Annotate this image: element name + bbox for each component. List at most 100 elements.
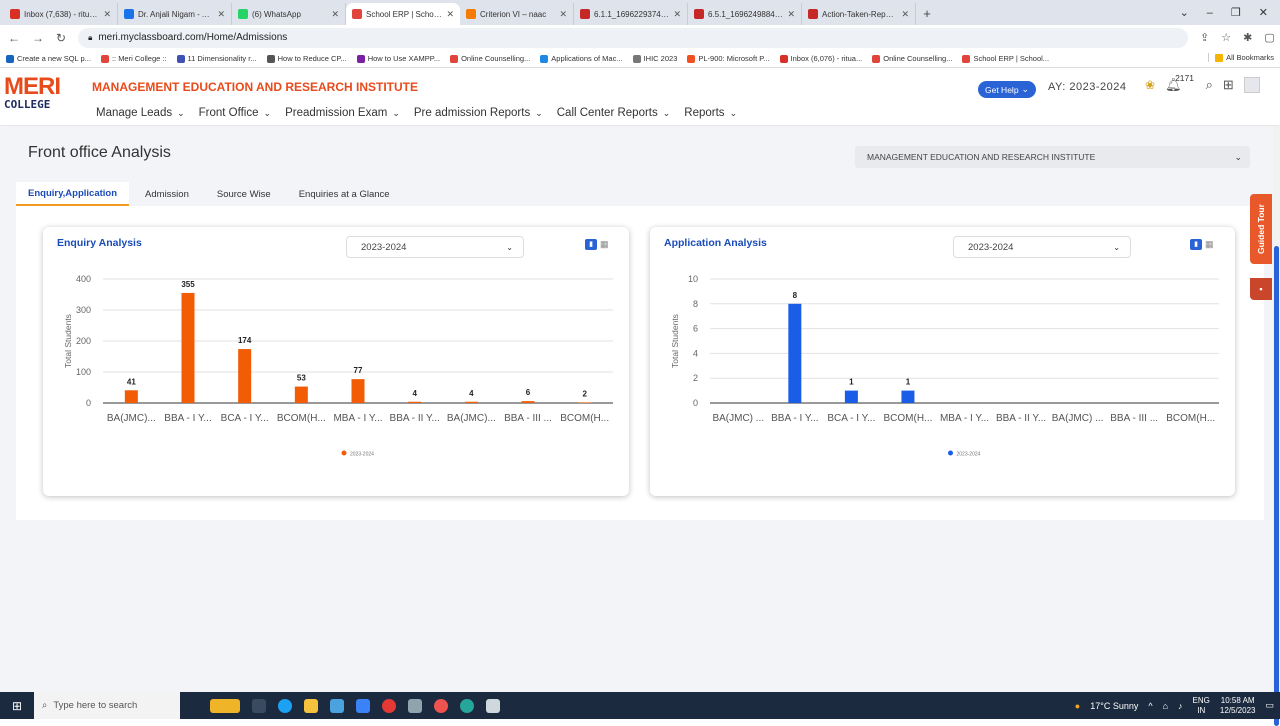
tab-search-icon[interactable]: ⌄ [1180, 6, 1189, 19]
legend-label[interactable]: 2023-2024 [957, 452, 981, 458]
bar[interactable] [521, 401, 535, 403]
tab-close-icon[interactable]: ✕ [217, 9, 225, 20]
restore-icon[interactable]: ❐ [1231, 6, 1241, 19]
bar[interactable] [464, 401, 478, 403]
get-help-button[interactable]: Get Help ⌄ [978, 81, 1037, 98]
legend-label[interactable]: 2023-2024 [350, 452, 374, 458]
all-bookmarks[interactable]: All Bookmarks [1208, 53, 1274, 62]
bookmark-item[interactable]: 11 Dimensionality r... [176, 54, 257, 63]
star-icon[interactable]: ☆ [1221, 31, 1231, 44]
nav-menu-item[interactable]: Preadmission Exam ⌄ [285, 107, 400, 119]
chrome-profile-icon[interactable] [460, 698, 474, 713]
browser-tab[interactable]: Dr. Anjali Nigam - Admin ✕ [118, 3, 232, 25]
nav-menu-item[interactable]: Call Center Reports ⌄ [557, 107, 671, 119]
bar[interactable] [238, 349, 252, 403]
analysis-tab[interactable]: Enquiry,Application [16, 182, 130, 206]
table-view-icon[interactable]: ▦ [1205, 239, 1214, 250]
bookmark-item[interactable]: How to Use XAMPP... [356, 54, 440, 63]
paint-icon[interactable] [408, 698, 422, 713]
news-widget-icon[interactable] [210, 698, 240, 713]
browser-tab[interactable]: 6.1.1_1696229374_12769✕ [574, 3, 688, 25]
apps-grid-icon[interactable]: ⊞ [1223, 77, 1234, 93]
weather-text[interactable]: 17°C Sunny [1090, 701, 1138, 711]
guided-tour-button[interactable]: Guided Tour [1250, 194, 1272, 264]
nav-menu-item[interactable]: Front Office ⌄ [199, 107, 271, 119]
year-select[interactable]: 2023-2024 ⌄ [346, 236, 524, 258]
bar[interactable] [408, 401, 422, 403]
nav-menu-item[interactable]: Reports ⌄ [684, 107, 737, 119]
tray-chevron-icon[interactable]: ^ [1148, 701, 1152, 711]
scrollbar-thumb[interactable] [1274, 246, 1279, 726]
reload-icon[interactable]: ↻ [56, 31, 66, 45]
chart-view-icon[interactable]: ▮ [585, 239, 597, 250]
bar[interactable] [901, 390, 915, 403]
bookmark-item[interactable]: Inbox (6,076) - ritua... [779, 54, 862, 63]
nav-menu-item[interactable]: Pre admission Reports ⌄ [414, 107, 543, 119]
task-view-icon[interactable] [252, 698, 266, 713]
browser-tab[interactable]: Action-Taken-Report-202✕ [802, 3, 916, 25]
browser-tab[interactable]: Inbox (7,638) - rituaggraw ✕ [4, 3, 118, 25]
file-explorer-icon[interactable] [304, 698, 318, 713]
bookmark-item[interactable]: :: Meri College :: [100, 54, 167, 63]
bookmark-item[interactable]: How to Reduce CP... [266, 54, 347, 63]
year-select[interactable]: 2023-2024 ⌄ [953, 236, 1131, 258]
tab-close-icon[interactable]: ✕ [331, 9, 339, 20]
bar[interactable] [788, 303, 802, 403]
bar[interactable] [181, 292, 195, 403]
clock[interactable]: 10:58 AM 12/5/2023 [1220, 696, 1256, 716]
page-scrollbar[interactable] [1273, 126, 1280, 726]
bar[interactable] [124, 390, 138, 403]
minimize-icon[interactable]: – [1207, 7, 1213, 19]
table-view-icon[interactable]: ▦ [600, 239, 609, 250]
tab-close-icon[interactable]: ✕ [901, 9, 909, 20]
analysis-tab[interactable]: Admission [133, 182, 201, 206]
institute-dropdown[interactable]: MANAGEMENT EDUCATION AND RESEARCH INSTIT… [855, 146, 1250, 168]
tab-close-icon[interactable]: ✕ [446, 9, 454, 20]
share-icon[interactable]: ⇪ [1200, 31, 1209, 44]
bar[interactable] [844, 390, 858, 403]
volume-icon[interactable]: ♪ [1178, 701, 1183, 711]
forward-icon[interactable]: → [32, 31, 44, 45]
language-indicator[interactable]: ENG IN [1193, 696, 1210, 716]
bookmark-item[interactable]: IHIC 2023 [632, 54, 677, 63]
bar[interactable] [351, 379, 365, 403]
tab-close-icon[interactable]: ✕ [559, 9, 567, 20]
bookmark-item[interactable]: Applications of Mac... [540, 54, 623, 63]
bar[interactable] [294, 386, 308, 403]
browser-tab[interactable]: School ERP | School Mana ✕ [346, 3, 460, 25]
sidepanel-icon[interactable]: ▢ [1264, 31, 1274, 44]
close-window-icon[interactable]: ✕ [1259, 6, 1268, 19]
store-icon[interactable] [356, 698, 370, 713]
bookmark-item[interactable]: Online Counselling... [450, 54, 530, 63]
edge-icon[interactable] [278, 698, 292, 713]
taskbar-search[interactable]: ⌕ Type here to search [34, 692, 180, 719]
chart-view-icon[interactable]: ▮ [1190, 239, 1202, 250]
college-logo[interactable]: MERI COLLEGE [4, 75, 64, 119]
opera-icon[interactable] [382, 698, 396, 713]
bookmark-item[interactable]: Create a new SQL p... [6, 54, 91, 63]
new-tab-button[interactable]: + [916, 3, 938, 25]
tab-close-icon[interactable]: ✕ [673, 9, 681, 20]
browser-tab[interactable]: 6.5.1_1696249884_12769✕ [688, 3, 802, 25]
browser-tab[interactable]: (6) WhatsApp ✕ [232, 3, 346, 25]
search-icon[interactable]: ⌕ [1206, 77, 1213, 93]
network-icon[interactable]: ⌂ [1163, 701, 1168, 711]
tab-close-icon[interactable]: ✕ [103, 9, 111, 20]
app-icon[interactable] [486, 698, 500, 713]
analysis-tab[interactable]: Source Wise [205, 182, 283, 206]
bar[interactable] [578, 402, 592, 403]
notifications-icon[interactable]: ▭ [1265, 700, 1274, 711]
bookmark-item[interactable]: School ERP | School... [962, 54, 1049, 63]
mail-icon[interactable] [330, 698, 344, 713]
url-field[interactable]: 🔒︎ meri.myclassboard.com/Home/Admissions [78, 27, 1189, 48]
user-avatar[interactable] [1243, 77, 1260, 93]
browser-tab[interactable]: Criterion VI – naac ✕ [460, 3, 574, 25]
nav-menu-item[interactable]: Manage Leads ⌄ [96, 107, 185, 119]
bookmark-item[interactable]: Online Counselling... [872, 54, 952, 63]
analysis-tab[interactable]: Enquiries at a Glance [287, 182, 402, 206]
tab-close-icon[interactable]: ✕ [787, 9, 795, 20]
notification-bell[interactable]: 🔔︎ 2171 [1165, 73, 1194, 93]
back-icon[interactable]: ← [8, 31, 20, 45]
gift-icon[interactable]: ❀ [1145, 78, 1155, 92]
chrome-icon[interactable] [434, 698, 448, 713]
